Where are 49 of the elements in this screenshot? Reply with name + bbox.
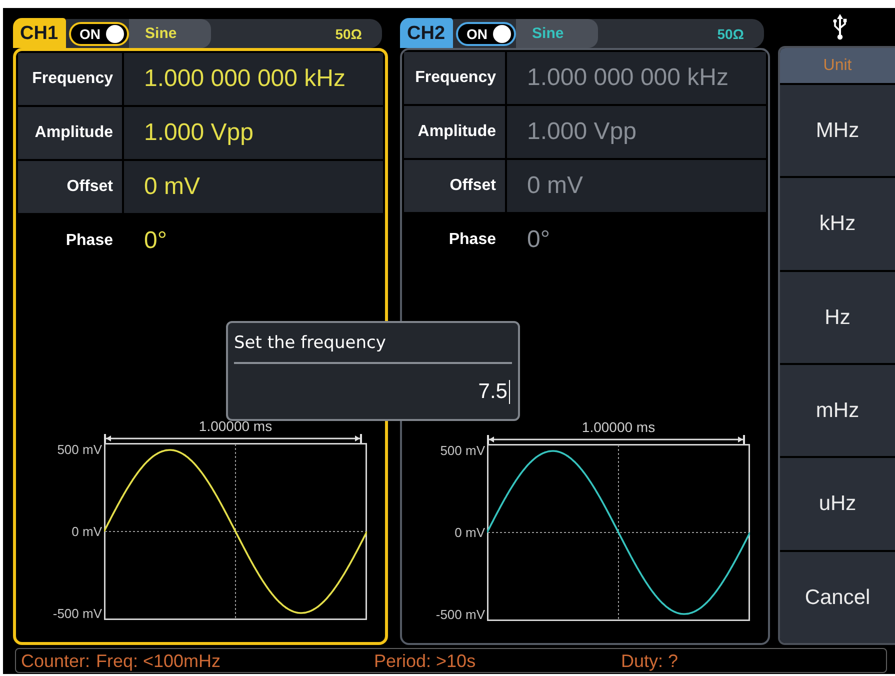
unit-button[interactable]: uHz bbox=[780, 458, 895, 550]
param-value[interactable]: 0° bbox=[507, 214, 766, 266]
param-label: Amplitude bbox=[18, 107, 122, 159]
param-value[interactable]: 0 mV bbox=[124, 161, 383, 213]
axis-label: 500 mV bbox=[57, 443, 102, 456]
text-cursor-icon bbox=[508, 380, 510, 404]
toggle-knob-icon bbox=[493, 24, 512, 42]
param-value[interactable]: 1.000 Vpp bbox=[507, 106, 766, 158]
param-label: Phase bbox=[64, 231, 114, 251]
waveform-type[interactable]: Sine bbox=[129, 19, 211, 48]
load-impedance: 50Ω bbox=[717, 26, 745, 40]
waveform-type[interactable]: Sine bbox=[516, 19, 598, 48]
param-value[interactable]: 1.000 000 000 kHz bbox=[507, 52, 766, 104]
dialog-title: Set the frequency bbox=[234, 332, 387, 355]
frequency-input[interactable]: 7.5 bbox=[234, 364, 512, 419]
unit-button[interactable]: MHz bbox=[780, 85, 895, 176]
axis-label: -500 mV bbox=[436, 608, 485, 621]
unit-button[interactable]: Cancel bbox=[780, 552, 895, 643]
counter-reading: Duty: ? bbox=[621, 650, 678, 670]
axis-label: -500 mV bbox=[52, 607, 102, 620]
param-label: Offset bbox=[404, 160, 505, 212]
load-impedance: 50Ω bbox=[335, 26, 363, 40]
counter-reading: Period: >10s bbox=[374, 650, 476, 670]
param-label: Amplitude bbox=[404, 106, 505, 158]
channel-tab[interactable]: CH1 bbox=[13, 18, 66, 48]
counter-label: Counter: bbox=[21, 652, 92, 670]
channel-tab[interactable]: CH2 bbox=[400, 18, 454, 48]
axis-label: 500 mV bbox=[440, 444, 485, 457]
unit-button[interactable]: kHz bbox=[780, 178, 895, 270]
output-toggle[interactable]: ON bbox=[456, 22, 516, 46]
time-span-label: 1.00000 ms bbox=[198, 419, 272, 433]
unit-button[interactable]: mHz bbox=[780, 364, 895, 456]
param-label: Offset bbox=[18, 161, 122, 213]
param-label: Frequency bbox=[404, 52, 505, 104]
param-value[interactable]: 0° bbox=[124, 215, 383, 267]
usb-icon bbox=[832, 14, 846, 40]
counter-reading: Freq: <100mHz bbox=[96, 650, 221, 670]
axis-label: 0 mV bbox=[454, 526, 485, 539]
param-value[interactable]: 1.000 000 000 kHz bbox=[124, 53, 383, 105]
param-label: Phase bbox=[448, 230, 497, 250]
time-span-label: 1.00000 ms bbox=[582, 420, 656, 434]
unit-button[interactable]: Hz bbox=[780, 272, 895, 363]
param-value[interactable]: 1.000 Vpp bbox=[124, 107, 383, 159]
menu-title: Unit bbox=[780, 48, 895, 83]
axis-label: 0 mV bbox=[72, 525, 102, 538]
param-value[interactable]: 0 mV bbox=[507, 160, 766, 212]
param-label: Frequency bbox=[18, 53, 122, 105]
output-toggle[interactable]: ON bbox=[69, 22, 130, 46]
toggle-knob-icon bbox=[106, 24, 124, 42]
